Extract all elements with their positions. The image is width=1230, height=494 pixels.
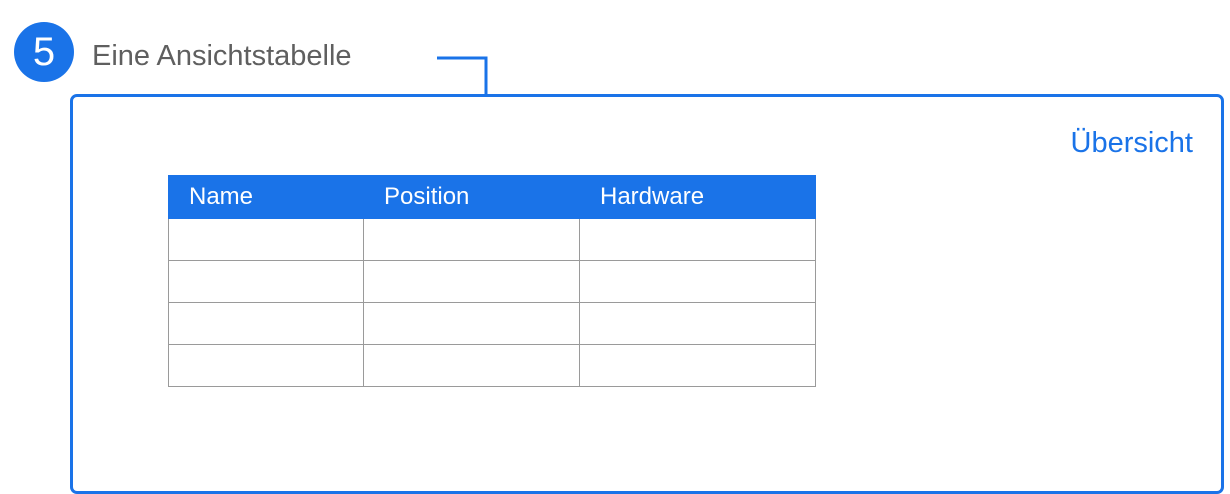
table-row (168, 302, 816, 345)
table-row (168, 344, 816, 387)
table-cell (579, 218, 816, 261)
table-row (168, 260, 816, 303)
table-cell (168, 260, 364, 303)
table-cell (579, 344, 816, 387)
column-header-position: Position (363, 175, 580, 219)
column-header-hardware: Hardware (579, 175, 816, 219)
overview-panel: Übersicht Name Position Hardware (70, 94, 1224, 494)
table-cell (168, 302, 364, 345)
table-cell (168, 218, 364, 261)
table-cell (363, 344, 580, 387)
table-cell (579, 302, 816, 345)
table-cell (168, 344, 364, 387)
callout-label: Eine Ansichtstabelle (92, 40, 352, 72)
table-cell (363, 302, 580, 345)
column-header-name: Name (168, 175, 364, 219)
table-row (168, 218, 816, 261)
table-cell (363, 218, 580, 261)
step-number-badge: 5 (14, 22, 74, 82)
table-header-row: Name Position Hardware (168, 175, 816, 219)
view-table: Name Position Hardware (168, 175, 816, 387)
panel-title: Übersicht (1070, 127, 1194, 159)
table-cell (363, 260, 580, 303)
table-cell (579, 260, 816, 303)
